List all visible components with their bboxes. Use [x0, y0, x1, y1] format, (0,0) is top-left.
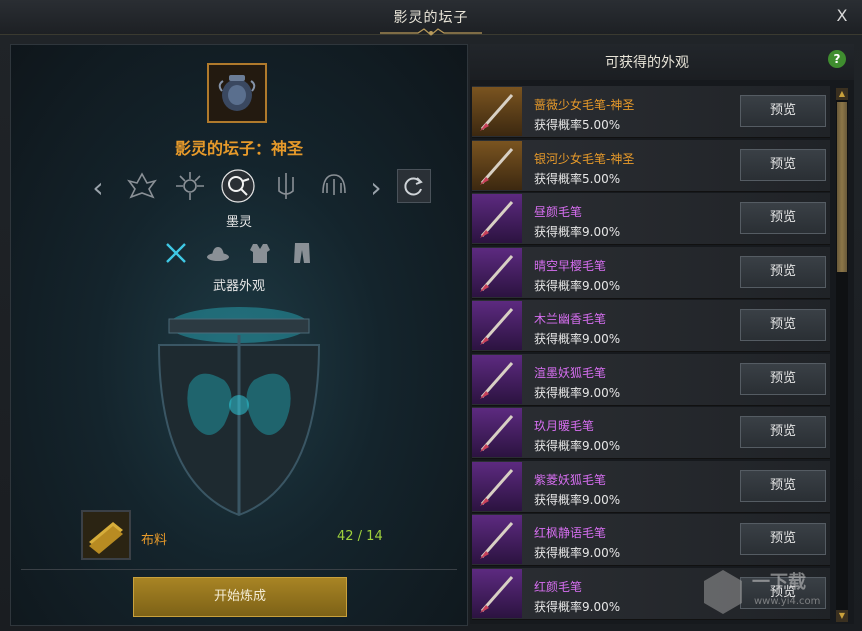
brush-icon[interactable] — [472, 194, 522, 243]
item-name: 紫菱妖狐毛笔 — [534, 473, 607, 487]
material-name: 布料 — [141, 533, 168, 548]
obtainable-appearances-panel: 可获得的外观 ? 蔷薇少女毛笔-神圣 获得概率5.00% 预览 银河少女毛笔-神圣 获得… — [470, 44, 854, 624]
class-icon-moling[interactable] — [221, 169, 255, 203]
item-name: 玖月暖毛笔 — [534, 419, 595, 433]
item-name: 红枫静语毛笔 — [534, 526, 607, 540]
drop-rate: 获得概率9.00% — [534, 279, 621, 293]
jar-item-icon — [218, 75, 256, 111]
class-icon-4[interactable] — [269, 169, 303, 203]
preview-button[interactable]: 预览 — [740, 309, 826, 341]
panel-title: 可获得的外观 — [605, 55, 689, 71]
list-item: 紫菱妖狐毛笔 获得概率9.00% 预览 — [472, 461, 830, 513]
jar-item-slot[interactable] — [207, 63, 267, 123]
class-icon-5[interactable] — [317, 169, 351, 203]
drop-rate: 获得概率5.00% — [534, 172, 621, 186]
item-name: 蔷薇少女毛笔-神圣 — [534, 98, 635, 112]
preview-button[interactable]: 预览 — [740, 256, 826, 288]
help-button[interactable]: ? — [828, 50, 846, 68]
preview-button[interactable]: 预览 — [740, 523, 826, 555]
refresh-button[interactable] — [397, 169, 431, 203]
pants-icon[interactable] — [289, 240, 315, 266]
item-name: 银河少女毛笔-神圣 — [534, 152, 635, 166]
material-count: 42 / 14 — [337, 529, 383, 544]
hat-icon[interactable] — [205, 240, 231, 266]
list-item: 蔷薇少女毛笔-神圣 获得概率5.00% 预览 — [472, 86, 830, 138]
selected-class-name: 墨灵 — [225, 215, 252, 230]
preview-button[interactable]: 预览 — [740, 470, 826, 502]
crafting-panel: 影灵的坛子：神圣 ‹ › 墨灵 武器外观 布料 42 / 14 开始炼成 — [10, 44, 468, 626]
watermark-text: 一下载 — [752, 572, 806, 593]
crafting-window: 影灵的坛子 X 影灵的坛子：神圣 ‹ › 墨灵 武器外观 布料 42 / 14 … — [0, 0, 862, 631]
brush-icon[interactable] — [472, 569, 522, 618]
drop-rate: 获得概率9.00% — [534, 386, 621, 400]
appearance-list: 蔷薇少女毛笔-神圣 获得概率5.00% 预览 银河少女毛笔-神圣 获得概率5.00% 预览… — [472, 86, 832, 624]
watermark-logo-icon — [704, 570, 742, 614]
item-name: 晴空早樱毛笔 — [534, 259, 607, 273]
item-name: 木兰幽香毛笔 — [534, 312, 607, 326]
drop-rate: 获得概率5.00% — [534, 118, 621, 132]
preview-button[interactable]: 预览 — [740, 202, 826, 234]
panel-header: 可获得的外观 ? — [470, 44, 854, 80]
list-item: 渲墨妖狐毛笔 获得概率9.00% 预览 — [472, 354, 830, 406]
preview-button[interactable]: 预览 — [740, 149, 826, 181]
brush-icon[interactable] — [472, 408, 522, 457]
scrollbar[interactable]: ▲ ▼ — [836, 88, 848, 622]
preview-button[interactable]: 预览 — [740, 416, 826, 448]
preview-button[interactable]: 预览 — [740, 363, 826, 395]
brush-icon[interactable] — [472, 248, 522, 297]
title-ornament-icon — [380, 28, 482, 36]
drop-rate: 获得概率9.00% — [534, 600, 621, 614]
title-bar: 影灵的坛子 X — [0, 0, 862, 36]
list-item: 昼颜毛笔获得概率9.00% 预览 — [472, 193, 830, 245]
preview-button[interactable]: 预览 — [740, 95, 826, 127]
drop-rate: 获得概率9.00% — [534, 493, 621, 507]
class-icon-2[interactable] — [173, 169, 207, 203]
list-item: 晴空早樱毛笔 获得概率9.00% 预览 — [472, 247, 830, 299]
spirit-jar-artwork — [157, 307, 321, 517]
drop-rate: 获得概率9.00% — [534, 439, 621, 453]
weapon-icon[interactable] — [163, 240, 189, 266]
list-item: 红枫静语毛笔 获得概率9.00% 预览 — [472, 514, 830, 566]
list-item: 木兰幽香毛笔 获得概率9.00% 预览 — [472, 300, 830, 352]
brush-icon[interactable] — [472, 515, 522, 564]
divider — [21, 569, 457, 570]
class-icon-1[interactable] — [125, 169, 159, 203]
brush-icon[interactable] — [472, 355, 522, 404]
prev-class-button[interactable]: ‹ — [89, 173, 107, 203]
list-item: 玖月暖毛笔获得概率9.00% 预览 — [472, 407, 830, 459]
brush-icon[interactable] — [472, 462, 522, 511]
brush-icon[interactable] — [472, 301, 522, 350]
item-name: 昼颜毛笔 — [534, 205, 583, 219]
item-name: 红颜毛笔 — [534, 580, 583, 594]
drop-rate: 获得概率9.00% — [534, 332, 621, 346]
item-name: 渲墨妖狐毛笔 — [534, 366, 607, 380]
close-button[interactable]: X — [832, 6, 852, 26]
drop-rate: 获得概率9.00% — [534, 546, 621, 560]
scroll-up-icon[interactable]: ▲ — [836, 88, 848, 100]
armor-icon[interactable] — [247, 240, 273, 266]
material-slot[interactable] — [81, 510, 131, 560]
brush-icon[interactable] — [472, 141, 522, 190]
refresh-icon — [404, 177, 423, 196]
window-title: 影灵的坛子 — [393, 10, 469, 26]
list-item: 银河少女毛笔-神圣 获得概率5.00% 预览 — [472, 140, 830, 192]
scrollbar-thumb[interactable] — [837, 102, 847, 272]
drop-rate: 获得概率9.00% — [534, 225, 621, 239]
watermark-url: www.yi4.com — [754, 596, 821, 607]
brush-icon[interactable] — [472, 87, 522, 136]
cloth-icon — [89, 522, 123, 554]
watermark: 一下载 www.yi4.com — [700, 568, 850, 618]
next-class-button[interactable]: › — [367, 173, 385, 203]
item-name: 影灵的坛子：神圣 — [174, 139, 303, 158]
start-crafting-button[interactable]: 开始炼成 — [133, 577, 347, 617]
